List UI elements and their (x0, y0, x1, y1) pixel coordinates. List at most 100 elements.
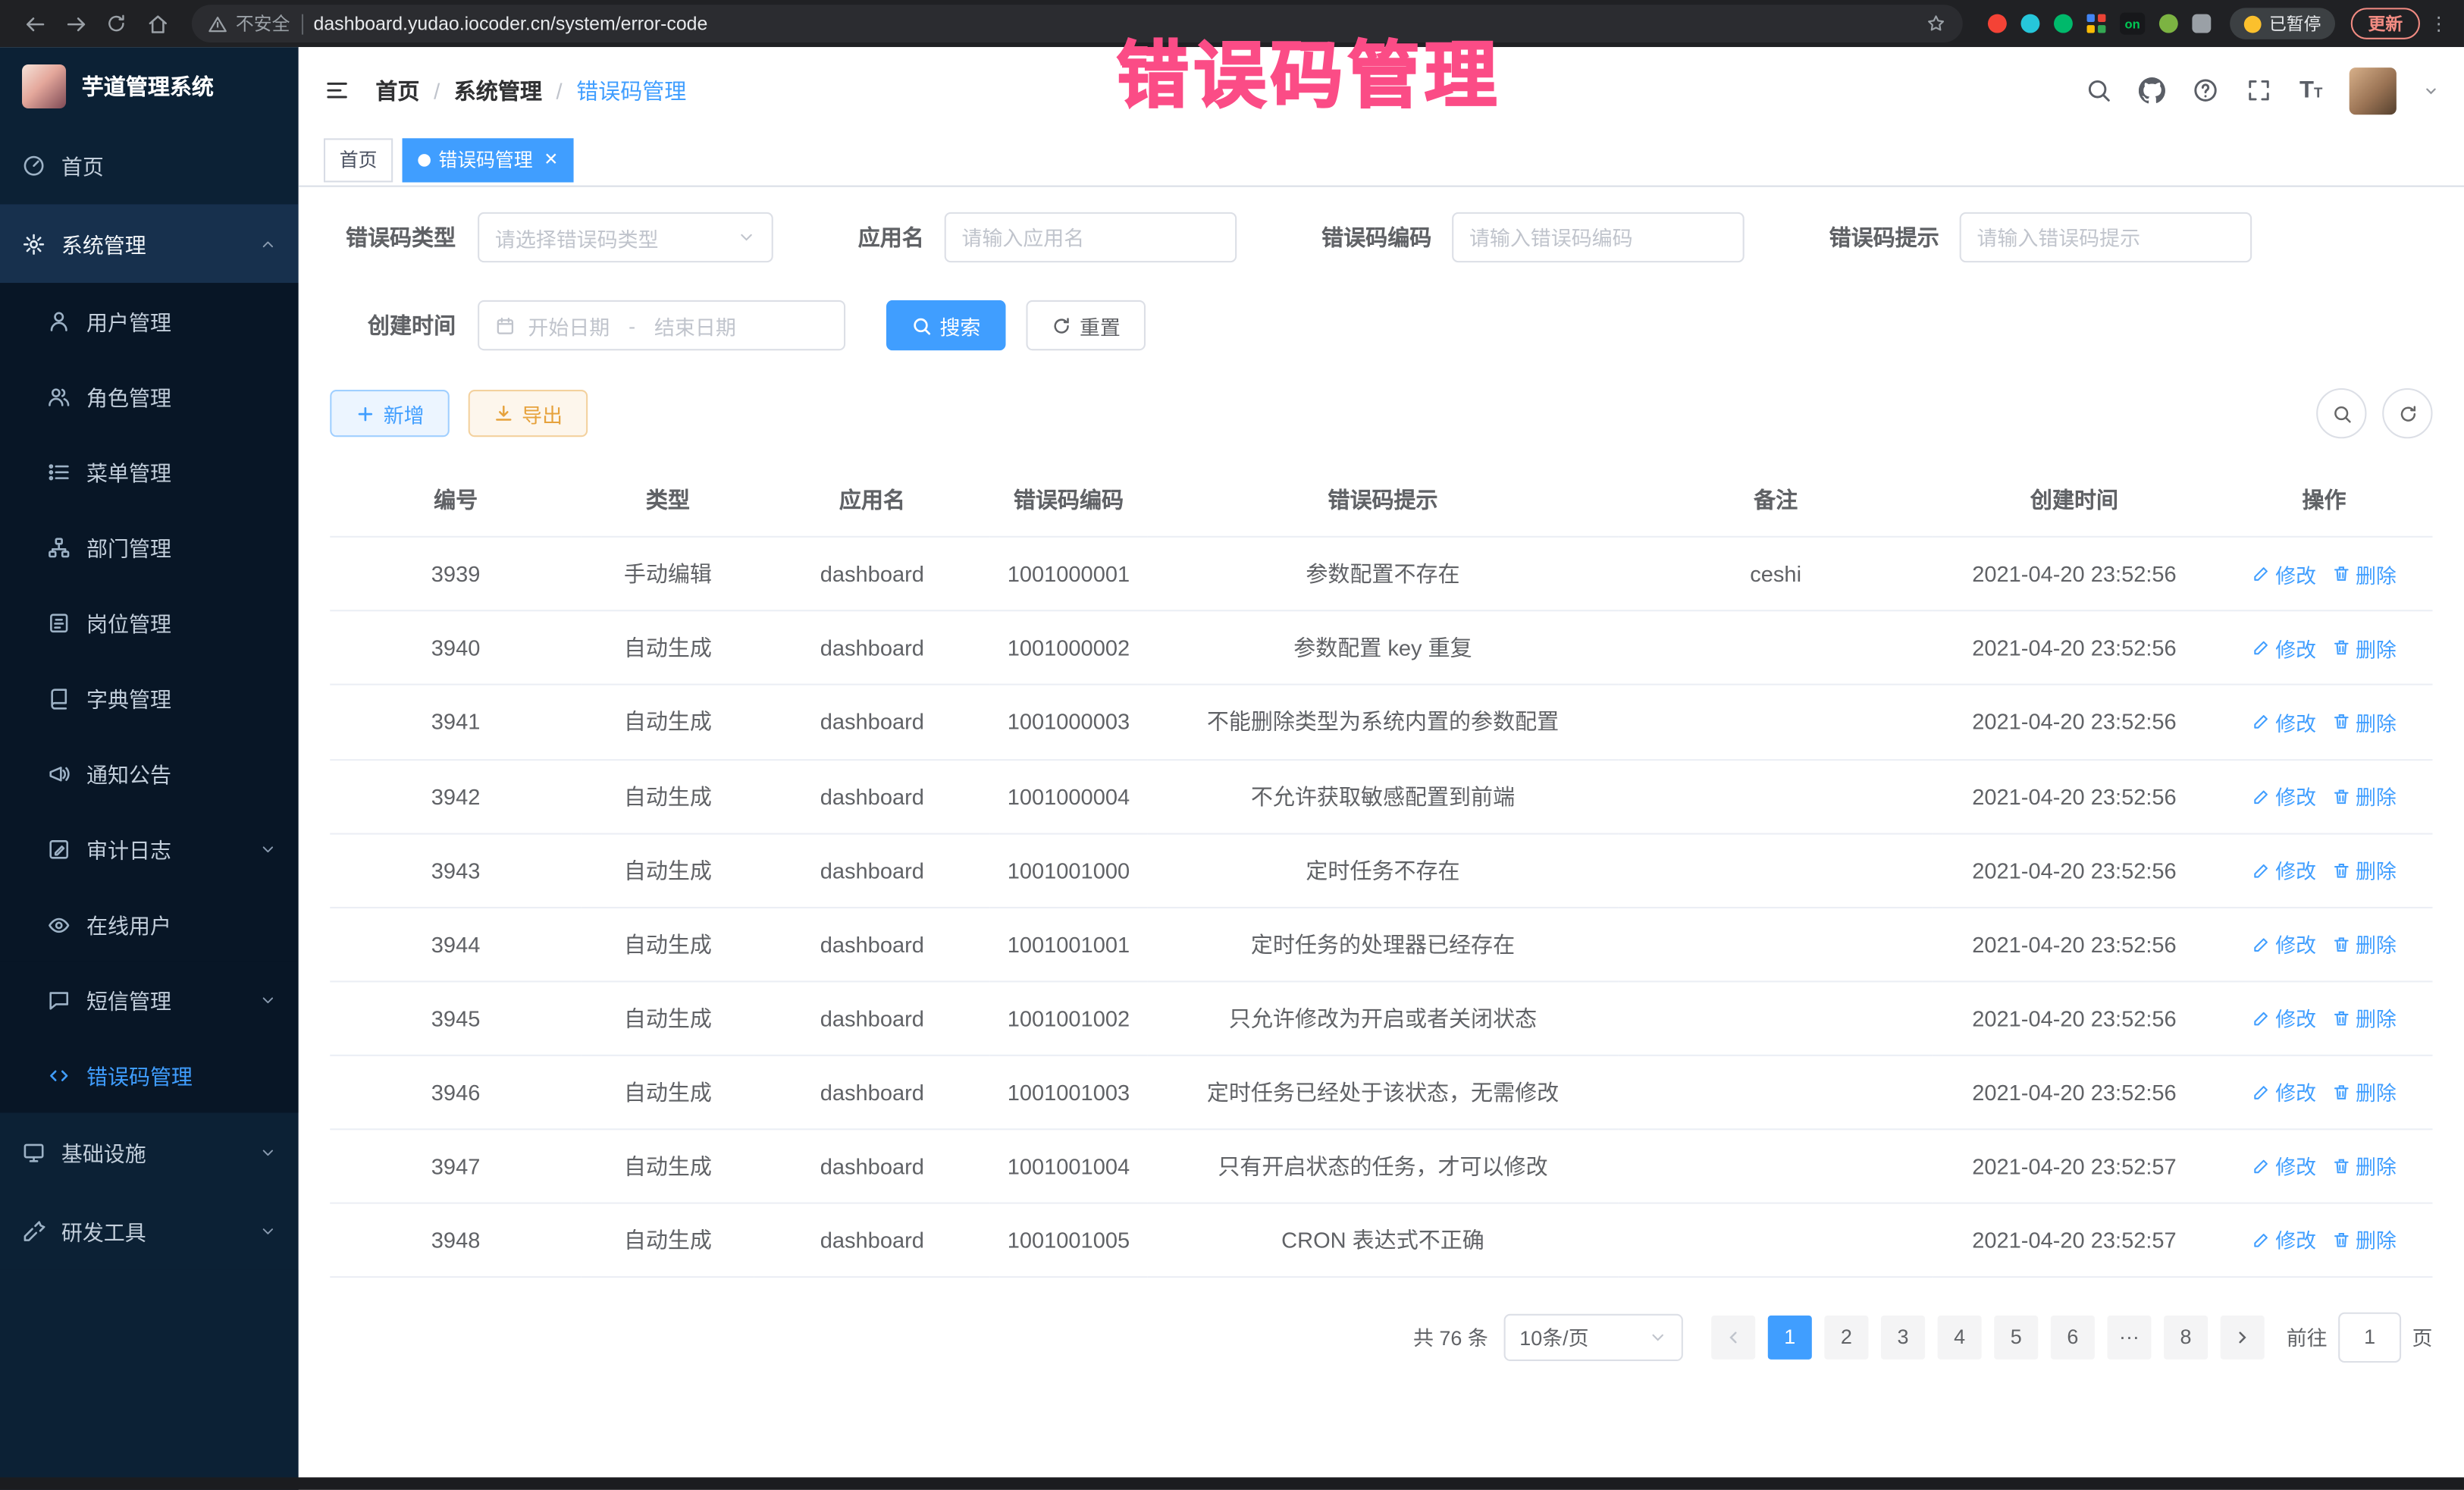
error-hint-input[interactable] (1960, 212, 2252, 262)
sidebar-item[interactable]: 用户管理 (0, 283, 299, 358)
puzzle-extension-icon[interactable] (2192, 14, 2211, 33)
github-icon[interactable] (2140, 77, 2166, 104)
sidebar-item[interactable]: 在线用户 (0, 886, 299, 961)
home-icon[interactable] (138, 5, 176, 42)
font-size-icon[interactable]: TT (2299, 79, 2322, 102)
sidebar-item[interactable]: 审计日志 (0, 811, 299, 886)
edit-link[interactable]: 修改 (2252, 1003, 2316, 1033)
back-icon[interactable] (16, 5, 54, 42)
edit-link[interactable]: 修改 (2252, 1225, 2316, 1254)
delete-link[interactable]: 删除 (2332, 782, 2397, 811)
not-secure-warning[interactable]: 不安全 (208, 11, 290, 36)
tab-error-code[interactable]: 错误码管理 ✕ (403, 137, 574, 181)
sidebar-item[interactable]: 菜单管理 (0, 434, 299, 509)
app-name-input[interactable] (945, 212, 1237, 262)
delete-link[interactable]: 删除 (2332, 633, 2397, 663)
edit-link[interactable]: 修改 (2252, 707, 2316, 737)
refresh-icon (2397, 403, 2418, 424)
pager-page-button[interactable]: 6 (2051, 1316, 2095, 1360)
on-extension-icon[interactable]: on (2120, 13, 2145, 35)
pager-page-button[interactable]: 3 (1881, 1316, 1925, 1360)
delete-link[interactable]: 删除 (2332, 707, 2397, 737)
update-browser-button[interactable]: 更新 (2351, 8, 2420, 39)
add-button[interactable]: 新增 (330, 390, 450, 437)
green-extension-icon[interactable] (2054, 14, 2073, 33)
sidebar-item[interactable]: 系统管理 (0, 204, 299, 283)
delete-link[interactable]: 删除 (2332, 855, 2397, 885)
sidebar-item-label: 基础设施 (61, 1137, 146, 1168)
apps-grid-icon[interactable] (2087, 14, 2106, 33)
sidebar-item[interactable]: 角色管理 (0, 359, 299, 434)
pager-page-button[interactable]: 8 (2164, 1316, 2208, 1360)
recording-dot-icon[interactable] (1988, 14, 2007, 33)
pager-prev-button[interactable] (1711, 1316, 1755, 1360)
breadcrumb-system[interactable]: 系统管理 (454, 74, 542, 105)
tags-view-bar: 首页 错误码管理 ✕ (299, 133, 2464, 187)
edit-link[interactable]: 修改 (2252, 559, 2316, 588)
audit-icon (47, 837, 71, 861)
sidebar-item[interactable]: 首页 (0, 126, 299, 205)
url-text[interactable]: dashboard.yudao.iocoder.cn/system/error-… (314, 13, 708, 35)
delete-link[interactable]: 删除 (2332, 1225, 2397, 1254)
close-icon[interactable]: ✕ (544, 149, 558, 170)
drop-extension-icon[interactable] (2020, 14, 2039, 33)
delete-link-label: 删除 (2356, 633, 2397, 663)
address-bar[interactable]: 不安全 dashboard.yudao.iocoder.cn/system/er… (192, 5, 1963, 42)
avatar[interactable] (2350, 67, 2397, 114)
tab-home[interactable]: 首页 (324, 137, 393, 181)
bookmark-star-icon[interactable] (1925, 13, 1947, 35)
hamburger-icon[interactable] (324, 77, 350, 104)
pager-next-button[interactable] (2221, 1316, 2265, 1360)
sidebar-item[interactable]: 部门管理 (0, 510, 299, 585)
pager-page-button[interactable]: 1 (1768, 1316, 1812, 1360)
sidebar-item[interactable]: 研发工具 (0, 1191, 299, 1270)
sidebar-item[interactable]: 基础设施 (0, 1112, 299, 1191)
pager-more-button[interactable]: ··· (2107, 1316, 2151, 1360)
sidebar-item[interactable]: 短信管理 (0, 961, 299, 1037)
page-size-select[interactable]: 10条/页 (1504, 1314, 1683, 1361)
reload-icon[interactable] (98, 5, 136, 42)
sidebar-item[interactable]: 岗位管理 (0, 585, 299, 660)
delete-link[interactable]: 删除 (2332, 1078, 2397, 1107)
pager-page-button[interactable]: 4 (1938, 1316, 1982, 1360)
breadcrumb-home[interactable]: 首页 (375, 74, 419, 105)
sidebar-item-label: 岗位管理 (86, 607, 171, 638)
edit-link[interactable]: 修改 (2252, 930, 2316, 959)
search-icon[interactable] (2086, 77, 2112, 104)
chevron-down-icon[interactable] (2423, 83, 2439, 99)
leaf-extension-icon[interactable] (2159, 14, 2178, 33)
fullscreen-icon[interactable] (2246, 77, 2273, 104)
help-icon[interactable] (2193, 77, 2219, 104)
search-button[interactable]: 搜索 (886, 300, 1006, 350)
date-range-picker[interactable]: 开始日期 - 结束日期 (478, 300, 845, 350)
edit-link-label: 修改 (2275, 1003, 2316, 1033)
browser-menu-icon[interactable]: ⋮ (2429, 13, 2448, 35)
edit-link[interactable]: 修改 (2252, 633, 2316, 663)
delete-link[interactable]: 删除 (2332, 930, 2397, 959)
pager-page-button[interactable]: 2 (1824, 1316, 1868, 1360)
sidebar-item[interactable]: 错误码管理 (0, 1037, 299, 1112)
edit-link[interactable]: 修改 (2252, 855, 2316, 885)
edit-link-label: 修改 (2275, 1151, 2316, 1181)
paused-badge[interactable]: 已暂停 (2230, 8, 2335, 39)
edit-link[interactable]: 修改 (2252, 1078, 2316, 1107)
error-type-select[interactable]: 请选择错误码类型 (478, 212, 773, 262)
pager-page-button[interactable]: 5 (1994, 1316, 2038, 1360)
export-button[interactable]: 导出 (469, 390, 588, 437)
app-logo[interactable]: 芋道管理系统 (0, 47, 299, 126)
sidebar-item[interactable]: 字典管理 (0, 660, 299, 736)
error-code-input[interactable] (1452, 212, 1745, 262)
edit-link[interactable]: 修改 (2252, 1151, 2316, 1181)
toggle-search-button[interactable] (2316, 388, 2366, 438)
edit-link[interactable]: 修改 (2252, 782, 2316, 811)
forward-icon[interactable] (57, 5, 95, 42)
cell-time: 2021-04-20 23:52:56 (1933, 759, 2215, 833)
delete-link[interactable]: 删除 (2332, 1151, 2397, 1181)
delete-link[interactable]: 删除 (2332, 1003, 2397, 1033)
sidebar-item[interactable]: 通知公告 (0, 736, 299, 811)
delete-link[interactable]: 删除 (2332, 559, 2397, 588)
refresh-table-button[interactable] (2382, 388, 2432, 438)
goto-page-input[interactable] (2338, 1312, 2401, 1362)
sidebar-filler (0, 1270, 299, 1490)
reset-button[interactable]: 重置 (1027, 300, 1146, 350)
